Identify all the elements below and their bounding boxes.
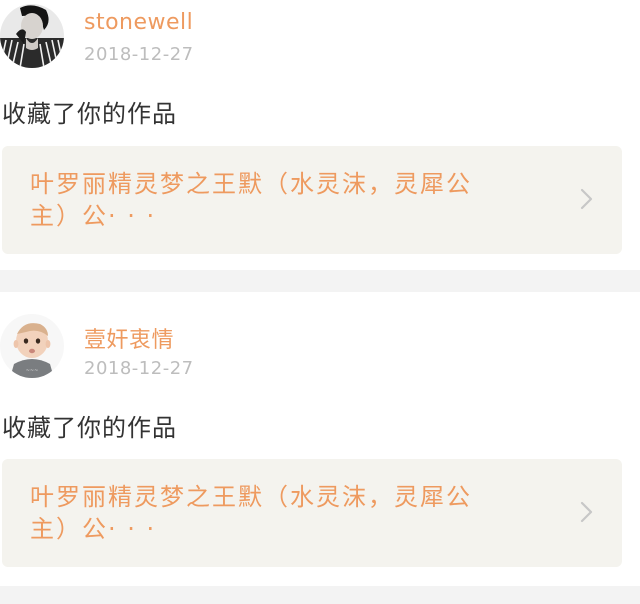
work-link-card[interactable]: 叶罗丽精灵梦之王默（水灵沫，灵犀公主）公· · ·	[2, 146, 622, 254]
username[interactable]: 壹奸衷情	[84, 322, 174, 354]
user-avatar[interactable]: ~~~	[0, 314, 64, 378]
user-avatar[interactable]	[0, 4, 64, 68]
timestamp: 2018-12-27	[84, 44, 194, 65]
feed-item: stonewell 2018-12-27 收藏了你的作品 叶罗丽精灵梦之王默（水…	[0, 0, 640, 270]
avatar-baby-icon: ~~~	[0, 314, 64, 378]
username[interactable]: stonewell	[84, 10, 193, 35]
activity-text: 收藏了你的作品	[2, 414, 177, 442]
work-title: 叶罗丽精灵梦之王默（水灵沫，灵犀公主）公· · ·	[30, 170, 472, 230]
timestamp: 2018-12-27	[84, 358, 194, 379]
svg-text:~~~: ~~~	[26, 368, 39, 374]
section-divider	[0, 270, 640, 292]
feed-item: ~~~ 壹奸衷情 2018-12-27 收藏了你的作品 叶罗丽精灵梦之王默（水灵…	[0, 292, 640, 586]
chevron-right-icon	[580, 501, 593, 523]
work-link-card[interactable]: 叶罗丽精灵梦之王默（水灵沫，灵犀公主）公· · ·	[2, 459, 622, 567]
activity-text: 收藏了你的作品	[2, 100, 177, 128]
avatar-person-striped-shirt-icon	[0, 4, 64, 68]
work-title: 叶罗丽精灵梦之王默（水灵沫，灵犀公主）公· · ·	[30, 483, 472, 543]
activity-feed: stonewell 2018-12-27 收藏了你的作品 叶罗丽精灵梦之王默（水…	[0, 0, 640, 604]
section-divider	[0, 586, 640, 604]
chevron-right-icon	[580, 188, 593, 210]
